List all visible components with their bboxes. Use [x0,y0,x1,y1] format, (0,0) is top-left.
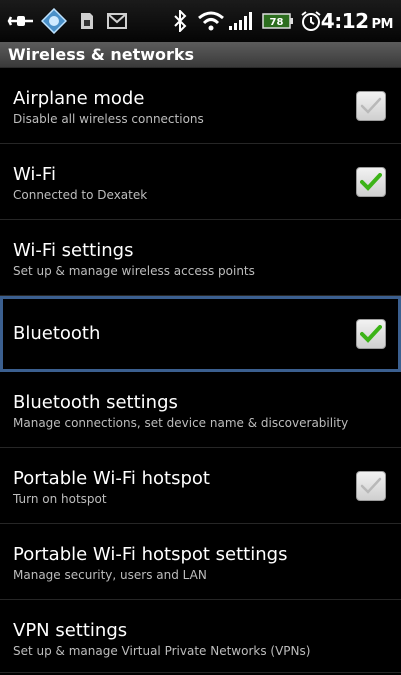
checkbox-checked[interactable] [356,167,386,197]
setting-title: Portable Wi-Fi hotspot settings [13,544,288,565]
battery-icon: 78 [262,9,294,33]
setting-item-portable-wi-fi-hotspot[interactable]: Portable Wi-Fi hotspot Turn on hotspot [0,448,401,524]
setting-title: VPN settings [13,620,128,641]
sd-card-icon [78,9,96,33]
status-bar: 78 4:12 PM [0,0,401,42]
setting-summary: Turn on hotspot [13,492,107,506]
sync-icon [40,8,68,34]
section-title: Wireless & networks [8,45,195,64]
setting-summary: Set up & manage wireless access points [13,264,255,278]
setting-item-airplane-mode[interactable]: Airplane mode Disable all wireless connec… [0,68,401,144]
section-header: Wireless & networks [0,42,401,68]
setting-item-wi-fi[interactable]: Wi-Fi Connected to Dexatek [0,144,401,220]
battery-level: 78 [270,17,284,28]
setting-summary: Set up & manage Virtual Private Networks… [13,644,311,658]
setting-item-bluetooth-settings[interactable]: Bluetooth settings Manage connections, se… [0,372,401,448]
setting-item-bluetooth[interactable]: Bluetooth [0,296,401,372]
setting-summary: Manage connections, set device name & di… [13,416,349,430]
setting-summary: Disable all wireless connections [13,112,204,126]
clock-ampm: PM [371,17,394,32]
setting-title: Bluetooth settings [13,392,178,413]
setting-item-portable-wi-fi-hotspot-settings[interactable]: Portable Wi-Fi hotspot settings Manage se… [0,524,401,600]
setting-title: Wi-Fi [13,164,56,185]
usb-connection-icon [6,9,36,33]
bluetooth-icon [172,9,188,33]
checkbox-unchecked[interactable] [356,91,386,121]
setting-summary: Manage security, users and LAN [13,568,207,582]
setting-title: Portable Wi-Fi hotspot [13,468,210,489]
wifi-icon [197,9,225,33]
clock: 4:12 PM [320,9,394,33]
checkbox-checked[interactable] [356,319,386,349]
setting-item-vpn-settings[interactable]: VPN settings Set up & manage Virtual Priv… [0,600,401,673]
checkmark-icon [360,173,382,191]
clock-time: 4:12 [320,9,369,33]
setting-title: Airplane mode [13,88,145,109]
checkmark-icon [360,97,382,114]
setting-item-wi-fi-settings[interactable]: Wi-Fi settings Set up & manage wireless a… [0,220,401,296]
mail-icon [106,9,128,33]
signal-icon [228,9,254,33]
alarm-icon [300,9,322,33]
setting-summary: Connected to Dexatek [13,188,148,202]
checkmark-icon [360,477,382,494]
checkmark-icon [360,325,382,343]
setting-title: Bluetooth [13,323,101,344]
setting-title: Wi-Fi settings [13,240,134,261]
checkbox-unchecked[interactable] [356,471,386,501]
